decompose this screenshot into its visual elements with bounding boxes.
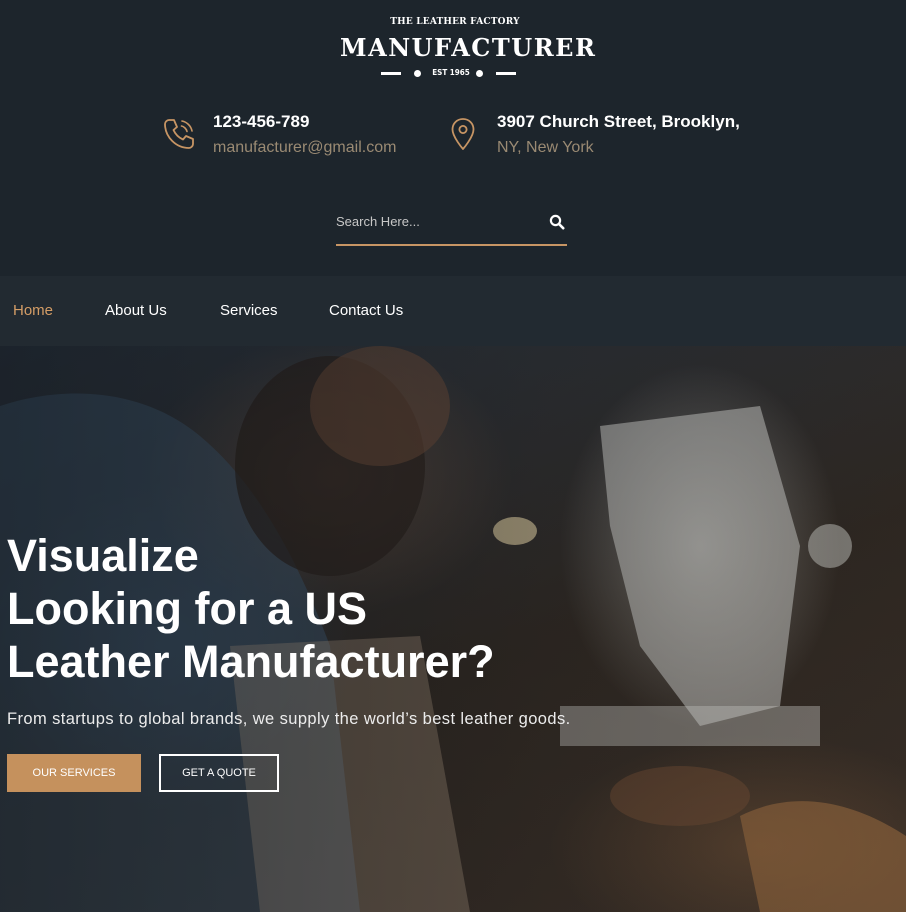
logo-est: EST 1965 bbox=[432, 68, 470, 77]
logo-dot-left bbox=[414, 70, 421, 77]
nav-item-services[interactable]: Services bbox=[220, 276, 278, 346]
main-navigation: Home About Us Services Contact Us bbox=[0, 276, 906, 346]
nav-item-contact-us[interactable]: Contact Us bbox=[329, 276, 403, 346]
phone-number[interactable]: 123-456-789 bbox=[213, 111, 396, 133]
phone-icon bbox=[162, 117, 196, 156]
logo-ornament-left bbox=[381, 72, 401, 75]
hero-heading: Visualize Looking for a US Leather Manuf… bbox=[7, 529, 495, 688]
address-line-2: NY, New York bbox=[497, 139, 594, 156]
map-pin-icon bbox=[450, 117, 476, 156]
hero-heading-line-1: Visualize bbox=[7, 530, 199, 581]
search-icon[interactable] bbox=[549, 214, 567, 232]
nav-item-about-us[interactable]: About Us bbox=[105, 276, 167, 346]
email-address[interactable]: manufacturer@gmail.com bbox=[213, 137, 396, 159]
our-services-button[interactable]: OUR SERVICES bbox=[7, 754, 141, 792]
logo-tagline: THE LEATHER FACTORY bbox=[390, 17, 520, 27]
phone-contact: 123-456-789 manufacturer@gmail.com bbox=[213, 111, 396, 159]
hero-heading-line-2: Looking for a US bbox=[7, 583, 367, 634]
nav-item-home[interactable]: Home bbox=[13, 276, 53, 346]
search-bar bbox=[336, 204, 567, 246]
site-logo[interactable]: THE LEATHER FACTORY MANUFACTURER EST 196… bbox=[340, 14, 597, 82]
hero-heading-line-3: Leather Manufacturer? bbox=[7, 636, 495, 687]
logo-dot-right bbox=[476, 70, 483, 77]
site-header: THE LEATHER FACTORY MANUFACTURER EST 196… bbox=[0, 0, 906, 276]
search-input[interactable] bbox=[336, 210, 536, 232]
hero-section: Visualize Looking for a US Leather Manuf… bbox=[0, 346, 906, 912]
logo-est-row: EST 1965 bbox=[340, 66, 564, 80]
logo-wordmark: MANUFACTURER bbox=[340, 33, 597, 62]
address-line-1: 3907 Church Street, Brooklyn, bbox=[497, 112, 740, 131]
get-a-quote-button[interactable]: GET A QUOTE bbox=[159, 754, 279, 792]
logo-ornament-right bbox=[496, 72, 516, 75]
hero-subtitle: From startups to global brands, we suppl… bbox=[7, 710, 571, 728]
address-contact: 3907 Church Street, Brooklyn, NY, New Yo… bbox=[497, 111, 740, 159]
